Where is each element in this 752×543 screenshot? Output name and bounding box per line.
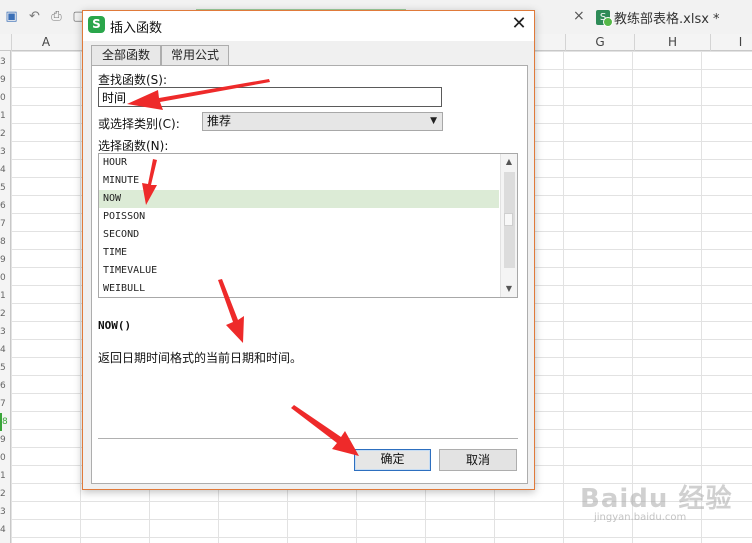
category-select[interactable]: 推荐 ▼	[202, 112, 443, 131]
document-tab-title[interactable]: 教练部表格.xlsx *	[614, 8, 720, 27]
list-item[interactable]: TIMEVALUE	[99, 262, 499, 280]
category-select-value: 推荐	[207, 114, 232, 128]
chevron-down-icon: ▼	[430, 116, 437, 126]
column-header-i[interactable]: I	[710, 34, 752, 51]
row-header-number[interactable]: 0	[0, 89, 10, 107]
row-header-number[interactable]: 1	[0, 467, 10, 485]
spreadsheet-file-icon: S	[596, 10, 613, 27]
row-header-number[interactable]: 7	[0, 395, 10, 413]
row-header-number[interactable]: 8	[0, 413, 10, 431]
category-label: 或选择类别(C):	[98, 117, 180, 131]
list-item[interactable]: SECOND	[99, 226, 499, 244]
list-item[interactable]: TIME	[99, 244, 499, 262]
close-icon[interactable]: ×	[573, 8, 585, 24]
function-list-label: 选择函数(N):	[98, 139, 169, 153]
scroll-up-icon[interactable]: ▲	[501, 154, 517, 170]
ok-button[interactable]: 确定	[354, 449, 431, 471]
function-list[interactable]: HOUR MINUTE NOW POISSON SECOND TIME TIME…	[98, 153, 518, 298]
row-header-number[interactable]: 4	[0, 161, 10, 179]
column-header-a[interactable]: A	[11, 34, 80, 51]
search-label: 查找函数(S):	[98, 73, 168, 87]
function-signature: NOW()	[98, 319, 132, 332]
dialog-divider	[98, 438, 518, 439]
row-header-number[interactable]: 4	[0, 521, 10, 539]
baidu-watermark: Baidu 经验 jingyan.baidu.com	[580, 470, 750, 540]
scroll-down-icon[interactable]: ▼	[501, 281, 517, 297]
row-header-number[interactable]: 8	[0, 233, 10, 251]
column-header-g[interactable]: G	[565, 34, 634, 51]
dialog-titlebar[interactable]: S 插入函数 ✕	[83, 11, 534, 41]
print-icon[interactable]: ⎙	[49, 9, 64, 24]
watermark-logo: Baidu 经验	[580, 484, 733, 514]
tab-common-formulas[interactable]: 常用公式	[161, 45, 229, 66]
row-header-number[interactable]: 9	[0, 71, 10, 89]
row-header-number[interactable]: 2	[0, 485, 10, 503]
row-header-number[interactable]: 9	[0, 251, 10, 269]
cancel-button[interactable]: 取消	[439, 449, 517, 471]
row-header-number[interactable]: 6	[0, 197, 10, 215]
search-input[interactable]	[98, 87, 442, 107]
watermark-url: jingyan.baidu.com	[594, 512, 687, 523]
tab-all-functions[interactable]: 全部函数	[91, 45, 161, 66]
row-header-number[interactable]: 3	[0, 323, 10, 341]
scrollbar-thumb[interactable]	[504, 213, 513, 226]
row-header-bar: 390123456789012345678901234	[0, 51, 11, 543]
row-header-number[interactable]: 0	[0, 269, 10, 287]
row-header-number[interactable]: 1	[0, 287, 10, 305]
wps-logo-icon: S	[88, 16, 105, 33]
row-header-number[interactable]: 0	[0, 449, 10, 467]
row-header-number[interactable]: 4	[0, 341, 10, 359]
row-header-number[interactable]: 3	[0, 53, 10, 71]
row-header-number[interactable]: 2	[0, 305, 10, 323]
row-header-number[interactable]: 5	[0, 359, 10, 377]
close-icon[interactable]: ✕	[509, 14, 529, 34]
column-header-h[interactable]: H	[634, 34, 710, 51]
row-header-number[interactable]: 9	[0, 431, 10, 449]
list-item[interactable]: HOUR	[99, 154, 499, 172]
row-header-number[interactable]: 5	[0, 179, 10, 197]
list-scrollbar[interactable]: ▲ ▼	[500, 154, 517, 297]
row-header-number[interactable]: 6	[0, 377, 10, 395]
row-header-number[interactable]: 1	[0, 107, 10, 125]
row-header-number[interactable]: 3	[0, 503, 10, 521]
dialog-title: 插入函数	[110, 21, 163, 36]
export-icon[interactable]: ↶	[27, 9, 42, 24]
list-item[interactable]: WEIBULL	[99, 280, 499, 297]
function-description: 返回日期时间格式的当前日期和时间。	[98, 351, 303, 365]
row-header-number[interactable]: 3	[0, 143, 10, 161]
save-icon[interactable]: ▣	[4, 9, 19, 24]
insert-function-dialog: S 插入函数 ✕ 全部函数 常用公式 查找函数(S): 或选择类别(C): 推荐…	[82, 10, 535, 490]
list-item[interactable]: POISSON	[99, 208, 499, 226]
list-item-selected[interactable]: NOW	[99, 190, 499, 208]
list-item[interactable]: MINUTE	[99, 172, 499, 190]
row-header-number[interactable]: 2	[0, 125, 10, 143]
row-header-number[interactable]: 7	[0, 215, 10, 233]
